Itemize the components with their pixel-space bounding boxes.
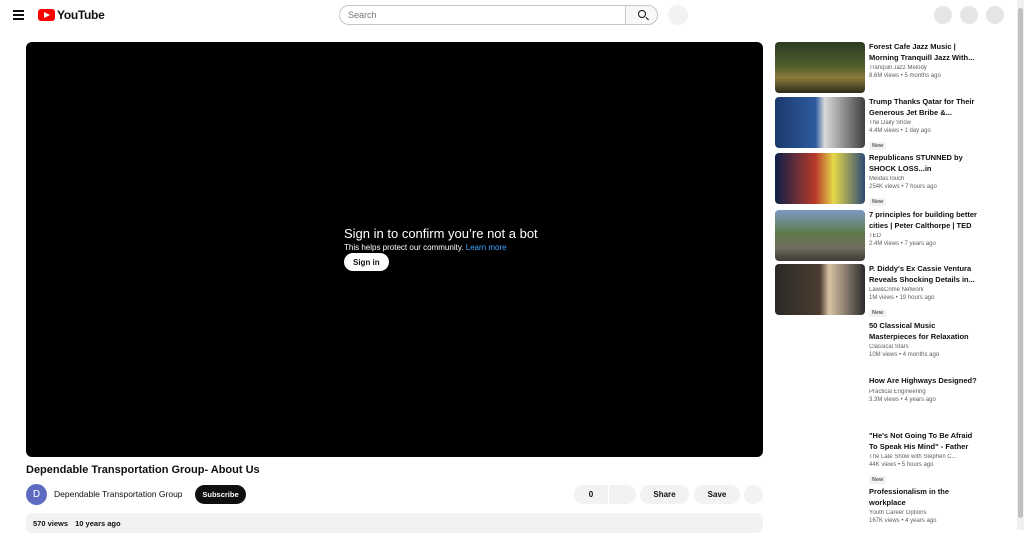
player-sign-in-button[interactable]: Sign in <box>344 253 389 271</box>
recommended-video-meta: 1M views • 19 hours ago <box>869 295 935 301</box>
account-button[interactable] <box>986 6 1004 24</box>
video-thumbnail[interactable] <box>775 97 865 148</box>
bot-check-panel: Sign in to confirm you’re not a bot This… <box>344 226 538 271</box>
video-title: Dependable Transportation Group- About U… <box>26 464 260 476</box>
channel-name[interactable]: Dependable Transportation Group <box>54 489 183 499</box>
save-button[interactable]: Save <box>694 485 740 504</box>
page-scrollbar-thumb[interactable] <box>1018 8 1023 518</box>
recommended-video-channel[interactable]: Practical Engineering <box>869 389 979 395</box>
recommended-video-info: 50 Classical Music Masterpieces for Rela… <box>869 321 979 358</box>
hamburger-icon[interactable] <box>10 7 28 23</box>
recommended-video-title[interactable]: Forest Cafe Jazz Music | Morning Tranqui… <box>869 42 979 63</box>
view-count: 570 views <box>33 519 69 528</box>
share-label: Share <box>653 490 676 499</box>
recommended-video-meta: 10M views • 4 months ago <box>869 352 940 358</box>
recommended-video-title[interactable]: P. Diddy's Ex Cassie Ventura Reveals Sho… <box>869 264 979 285</box>
recommended-video-meta: 3.3M views • 4 years ago <box>869 397 936 403</box>
youtube-logo[interactable]: YouTube <box>38 8 105 22</box>
recommended-video-meta: 254K views • 7 hours ago <box>869 184 937 190</box>
recommended-video-info: Forest Cafe Jazz Music | Morning Tranqui… <box>869 42 979 79</box>
recommended-video-channel[interactable]: Youth Career Options <box>869 510 979 516</box>
bot-check-subtitle: This helps protect our community. Learn … <box>344 243 538 252</box>
new-badge: New <box>869 142 887 150</box>
new-badge: New <box>869 309 887 317</box>
recommended-video-info: Republicans STUNNED by SHOCK LOSS...in N… <box>869 153 979 208</box>
video-thumbnail[interactable] <box>775 42 865 93</box>
recommended-video-info: Trump Thanks Qatar for Their Generous Je… <box>869 97 979 152</box>
upload-age: 10 years ago <box>75 519 121 528</box>
recommended-video-title[interactable]: How Are Highways Designed? <box>869 376 979 387</box>
recommended-video-channel[interactable]: The Late Show with Stephen C... <box>869 454 979 460</box>
more-actions-button[interactable] <box>744 485 763 504</box>
description-meta: 570 views 10 years ago <box>33 519 121 528</box>
recommended-video-title[interactable]: "He's Not Going To Be Afraid To Speak Hi… <box>869 431 979 452</box>
video-thumbnail[interactable] <box>775 210 865 261</box>
bot-check-title: Sign in to confirm you’re not a bot <box>344 226 538 241</box>
logo-text: YouTube <box>57 8 105 22</box>
share-button[interactable]: Share <box>640 485 689 504</box>
learn-more-link[interactable]: Learn more <box>466 243 507 252</box>
masthead: YouTube <box>0 0 1024 30</box>
recommended-video-meta: 44K views • 5 hours ago <box>869 462 934 468</box>
recommended-video-channel[interactable]: Law&Crime Network <box>869 287 979 293</box>
recommended-video-title[interactable]: Professionalism in the workplace <box>869 487 979 508</box>
save-label: Save <box>707 490 727 499</box>
dislike-button[interactable] <box>609 485 636 504</box>
search-icon <box>638 10 646 18</box>
recommended-video-title[interactable]: Republicans STUNNED by SHOCK LOSS...in N… <box>869 153 979 174</box>
bot-check-text: This helps protect our community. <box>344 243 464 252</box>
recommended-video-channel[interactable]: The Daily Show <box>869 120 979 126</box>
recommended-video-channel[interactable]: TED <box>869 233 979 239</box>
video-thumbnail[interactable] <box>775 153 865 204</box>
search-button[interactable] <box>625 5 658 25</box>
recommended-video-info: Professionalism in the workplace Youth C… <box>869 487 979 524</box>
recommended-video-channel[interactable]: Tranquill Jazz Melody <box>869 65 979 71</box>
recommended-video-info: "He's Not Going To Be Afraid To Speak Hi… <box>869 431 979 486</box>
create-button[interactable] <box>934 6 952 24</box>
new-badge: New <box>869 476 887 484</box>
youtube-play-icon <box>38 9 55 21</box>
recommended-video-info: P. Diddy's Ex Cassie Ventura Reveals Sho… <box>869 264 979 319</box>
recommended-video-meta: 2.4M views • 7 years ago <box>869 241 936 247</box>
recommended-video-title[interactable]: 50 Classical Music Masterpieces for Rela… <box>869 321 979 342</box>
like-count: 0 <box>588 490 594 499</box>
recommended-video-info: How Are Highways Designed? Practical Eng… <box>869 376 979 403</box>
subscribe-button[interactable]: Subscribe <box>195 485 246 504</box>
recommended-video-info: 7 principles for building better cities … <box>869 210 979 247</box>
recommended-video-meta: 167K views • 4 years ago <box>869 518 937 524</box>
voice-search-button[interactable] <box>668 5 688 25</box>
recommended-video-meta: 8.6M views • 5 months ago <box>869 73 941 79</box>
recommended-video-title[interactable]: Trump Thanks Qatar for Their Generous Je… <box>869 97 979 118</box>
video-thumbnail[interactable] <box>775 264 865 315</box>
video-player[interactable]: Sign in to confirm you’re not a bot This… <box>26 42 763 457</box>
like-button[interactable]: 0 <box>574 485 608 504</box>
new-badge: New <box>869 198 887 206</box>
notifications-button[interactable] <box>960 6 978 24</box>
channel-avatar[interactable]: D <box>26 484 47 505</box>
recommended-video-meta: 4.4M views • 1 day ago <box>869 128 931 134</box>
search-input[interactable] <box>339 5 625 25</box>
recommended-video-title[interactable]: 7 principles for building better cities … <box>869 210 979 231</box>
recommended-video-channel[interactable]: Classical Stars <box>869 344 979 350</box>
recommended-video-channel[interactable]: MeidasTouch <box>869 176 979 182</box>
description-box[interactable]: 570 views 10 years ago <box>26 513 763 533</box>
